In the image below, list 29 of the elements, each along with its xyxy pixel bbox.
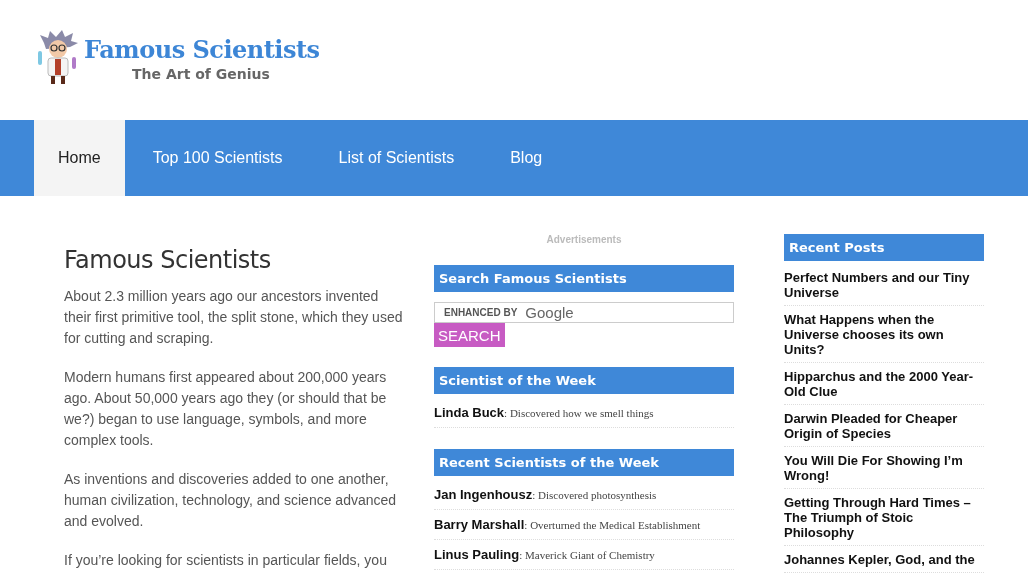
post-link[interactable]: Hipparchus and the 2000 Year-Old Clue [784,363,984,405]
widget-heading: Search Famous Scientists [434,265,734,292]
site-title[interactable]: Famous Scientists [84,34,320,64]
article-paragraph: If you’re looking for scientists in particular fields, you [64,551,388,570]
scientist-link[interactable]: Linus Pauling: Maverick Giant of Chemistry [434,540,734,570]
post-link[interactable]: Getting Through Hard Times – The Triumph of Stoic Philosophy [784,489,984,546]
post-link[interactable]: What Happens when the Universe chooses its own Units? [784,306,984,363]
article-paragraph: Modern humans first appeared about 200,000 years ago. About 50,000 years ago they (or should that be we?) began to use language, symbols, and more complex tools. [64,368,388,450]
nav-tab[interactable]: Blog [482,120,571,196]
post-link[interactable]: You Will Die For Showing I’m Wrong! [784,447,984,489]
widget-heading: Recent Scientists of the Week [434,449,734,476]
widget-heading: Scientist of the Week [434,367,734,394]
nav-tab[interactable]: Home [34,120,125,196]
post-link[interactable]: Johannes Kepler, God, and the [784,546,984,573]
search-field[interactable]: ENHANCED BY Google [434,302,734,323]
article-paragraph: About 2.3 million years ago our ancestors invented their first primitive tool, the split stone, which they used for cutting and scraping. [64,287,404,348]
widget-heading: Recent Posts [784,234,984,261]
article-title: Famous Scientists [64,246,272,274]
scientist-link[interactable]: Barry Marshall: Overturned the Medical Establishment [434,510,734,540]
site-tagline: The Art of Genius [132,65,271,82]
nav-tab[interactable]: List of Scientists [310,120,483,196]
scientist-link[interactable]: Jan Ingenhousz: Discovered photosynthesis [434,480,734,510]
post-link[interactable]: Darwin Pleaded for Cheaper Origin of Species [784,405,984,447]
post-link[interactable]: Perfect Numbers and our Tiny Universe [784,264,984,306]
scientist-link[interactable]: Linda Buck: Discovered how we smell things [434,398,734,428]
nav-tab[interactable]: Top 100 Scientists [124,120,311,196]
search-button[interactable]: SEARCH [434,323,505,347]
ads-label: Advertisements [545,234,623,245]
article-paragraph: As inventions and discoveries added to one another, human civilization, technology, and science advanced and evolved. [64,470,398,531]
